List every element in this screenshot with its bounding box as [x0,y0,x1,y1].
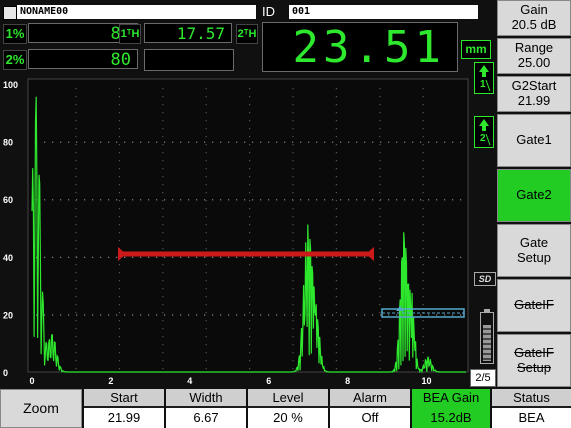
svg-text:1: 1 [480,79,486,90]
alarm-value: Off [330,408,410,428]
range-parameter[interactable]: Range 25.00 [497,38,571,74]
range-value: 25.00 [517,55,551,70]
status-value: BEA [492,408,571,428]
gate1-softkey[interactable]: Gate1 [497,114,571,167]
g2start-label: G2Start [511,78,557,94]
x-tick-label: 10 [422,376,432,386]
plot-area [27,78,469,373]
bea-gain-label: BEA Gain [412,389,490,406]
y-tick-label: 40 [3,253,13,263]
width-label: Width [166,389,246,406]
svg-text:2: 2 [480,133,486,144]
gateif-setup-softkey[interactable]: GateIF Setup [497,334,571,387]
reading-1-tag: 1% [3,24,27,44]
gate2-alarm-icon: 2 [474,116,494,148]
status-label: Status [492,389,571,406]
width-field[interactable]: Width 6.67 [166,389,246,428]
range-label: Range [514,40,554,56]
x-axis-ticks: 0 2 4 6 8 10 [29,376,431,386]
zoom-button[interactable]: Zoom [0,389,82,428]
x-tick-label: 0 [29,376,34,386]
alarm-field[interactable]: Alarm Off [330,389,410,428]
reading-2-value: 80 [28,49,138,70]
level-field[interactable]: Level 20 % [248,389,328,428]
start-label: Start [84,389,164,406]
bea-gain-field[interactable]: BEA Gain 15.2dB [412,389,490,428]
battery-icon [480,309,494,364]
x-tick-label: 4 [187,376,192,386]
gain-parameter[interactable]: Gain 20.5 dB [497,0,571,36]
bea-gain-value: 15.2dB [412,408,490,428]
y-tick-label: 100 [3,80,18,90]
ascan-plot[interactable]: 100 80 60 40 20 0 0 2 4 6 8 10 [0,75,470,387]
level-value: 20 % [248,408,328,428]
y-tick-label: 0 [3,368,8,378]
file-icon [3,6,17,20]
reading-t1-tag: 1ᵀH [119,24,141,44]
id-field[interactable]: 001 [289,5,478,19]
reading-t1-value: 17.57 [144,23,232,43]
gate1-alarm-icon: 1 [474,62,494,94]
sd-card-icon: SD [474,272,496,286]
y-tick-label: 20 [3,310,13,320]
y-tick-label: 80 [3,138,13,148]
reading-t2-tag: 2ᵀH [236,24,258,44]
unit-badge: mm [461,40,491,59]
gate-setup-softkey[interactable]: Gate Setup [497,224,571,277]
filename-field[interactable]: NONAME00 [17,5,256,19]
reading-2-tag: 2% [3,50,27,70]
width-value: 6.67 [166,408,246,428]
x-tick-label: 8 [345,376,350,386]
gain-label: Gain [520,2,548,18]
g2start-parameter[interactable]: G2Start 21.99 [497,76,571,112]
y-tick-label: 60 [3,195,13,205]
alarm-label: Alarm [330,389,410,406]
gate2-softkey[interactable]: Gate2 [497,169,571,222]
g2start-value: 21.99 [517,93,551,108]
x-tick-label: 6 [266,376,271,386]
y-axis-ticks: 100 80 60 40 20 0 [3,80,18,378]
gain-value: 20.5 dB [511,17,557,32]
start-value: 21.99 [84,408,164,428]
start-field[interactable]: Start 21.99 [84,389,164,428]
thickness-reading: 23.51 [262,22,458,73]
page-indicator: 2/5 [470,369,496,387]
status-field[interactable]: Status BEA [492,389,571,428]
level-label: Level [248,389,328,406]
x-tick-label: 2 [108,376,113,386]
gateif-softkey[interactable]: GateIF [497,279,571,332]
id-label: ID [262,4,275,19]
reading-empty-box [144,49,234,71]
